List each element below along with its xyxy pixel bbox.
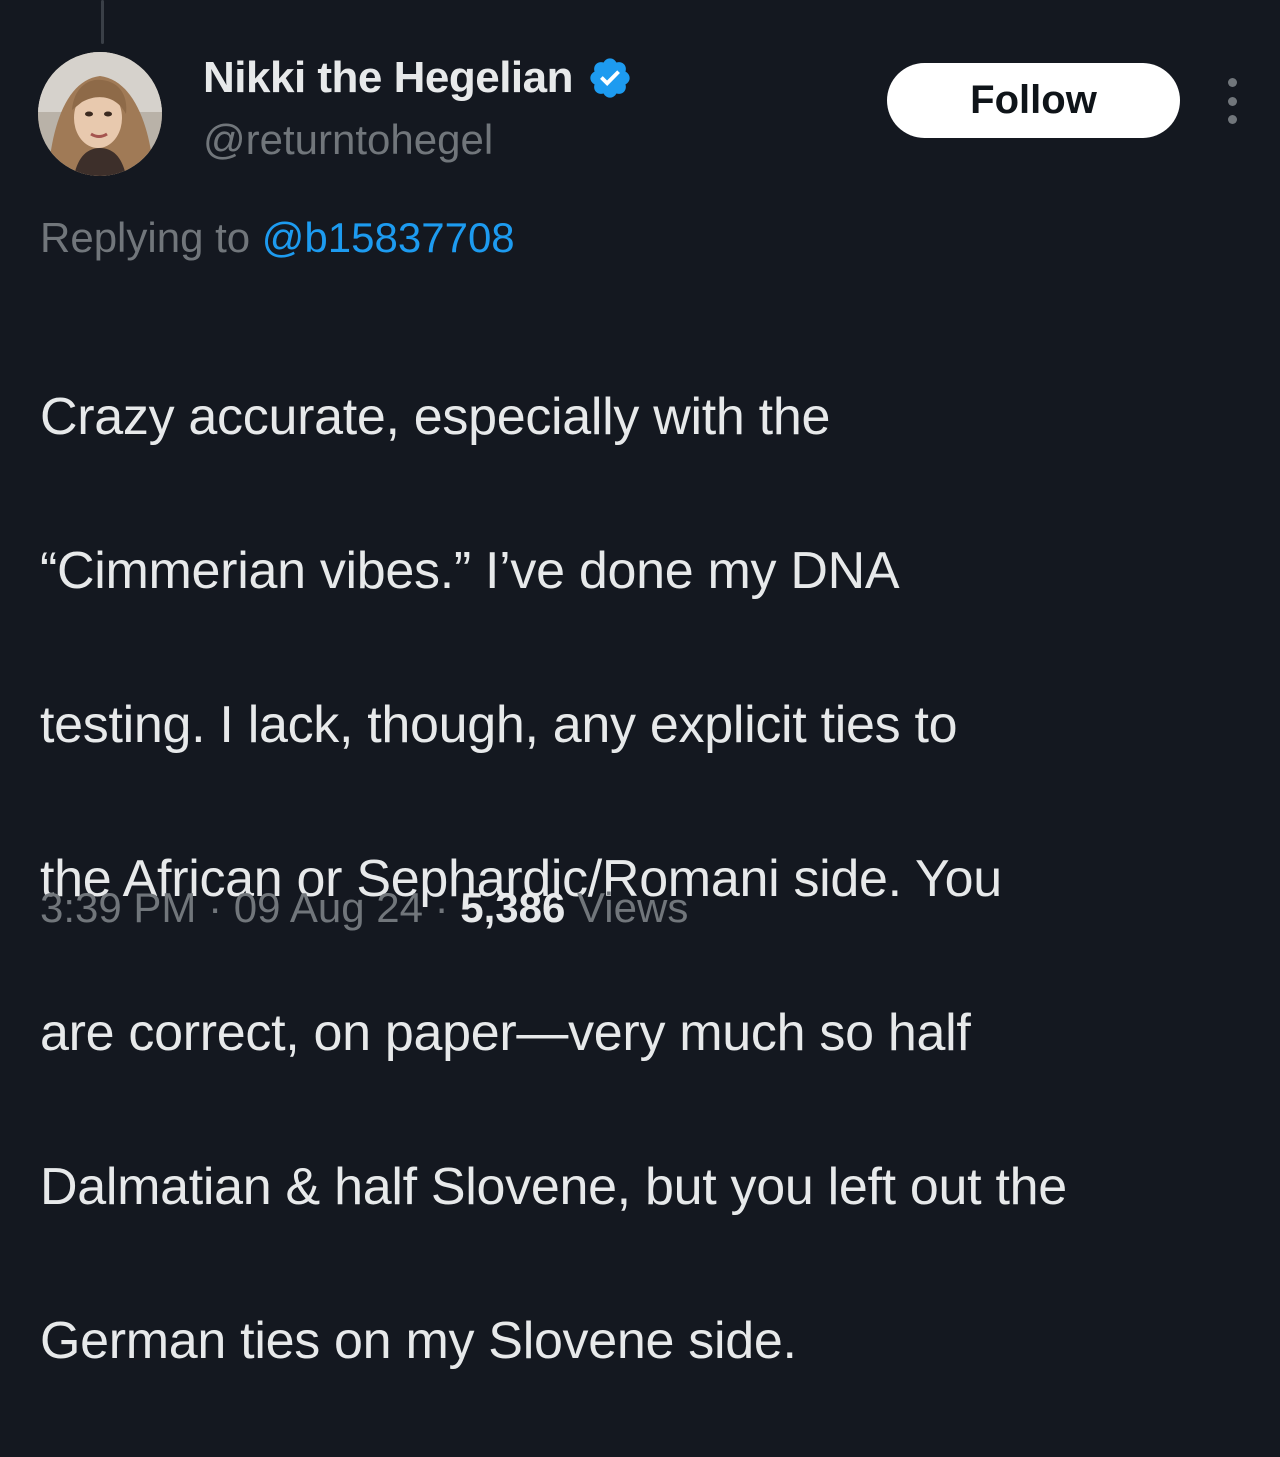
views-label: Views (565, 884, 689, 931)
profile-photo-icon (38, 52, 162, 176)
replying-to-label: Replying to (40, 214, 262, 261)
tweet-text-line: “Cimmerian vibes.” I’ve done my DNA (40, 542, 900, 600)
more-dots-icon[interactable] (1214, 78, 1250, 124)
meta-separator: · (422, 884, 461, 931)
tweet-text-line: are correct, on paper—very much so half (40, 1004, 971, 1062)
tweet-text-line: Dalmatian & half Slovene, but you left o… (40, 1158, 1067, 1216)
replying-to: Replying to @b15837708 (40, 214, 515, 262)
author-display-name[interactable]: Nikki the Hegelian (203, 53, 574, 103)
author-name-row: Nikki the Hegelian (203, 52, 633, 104)
meta-separator: · (196, 884, 234, 931)
tweet-text-line: Crazy accurate, especially with the (40, 388, 831, 446)
tweet-text-line: testing. I lack, though, any explicit ti… (40, 696, 958, 754)
dot (1227, 96, 1237, 106)
tweet-date[interactable]: 09 Aug 24 (234, 884, 423, 931)
verified-badge-icon[interactable] (587, 55, 633, 101)
thread-connector-line (101, 0, 104, 44)
tweet-text: Crazy accurate, especially with the “Cim… (40, 302, 1265, 1457)
follow-button[interactable]: Follow (887, 63, 1180, 138)
replying-to-handle-link[interactable]: @b15837708 (262, 214, 515, 261)
avatar[interactable] (38, 52, 162, 176)
dot (1227, 115, 1237, 124)
views-count: 5,386 (460, 884, 566, 931)
tweet-time[interactable]: 3:39 PM (40, 884, 196, 931)
tweet-metadata: 3:39 PM · 09 Aug 24 · 5,386 Views (40, 884, 688, 932)
author-handle[interactable]: @returntohegel (203, 116, 493, 164)
dot (1227, 78, 1237, 87)
tweet-text-line: German ties on my Slovene side. (40, 1312, 797, 1370)
